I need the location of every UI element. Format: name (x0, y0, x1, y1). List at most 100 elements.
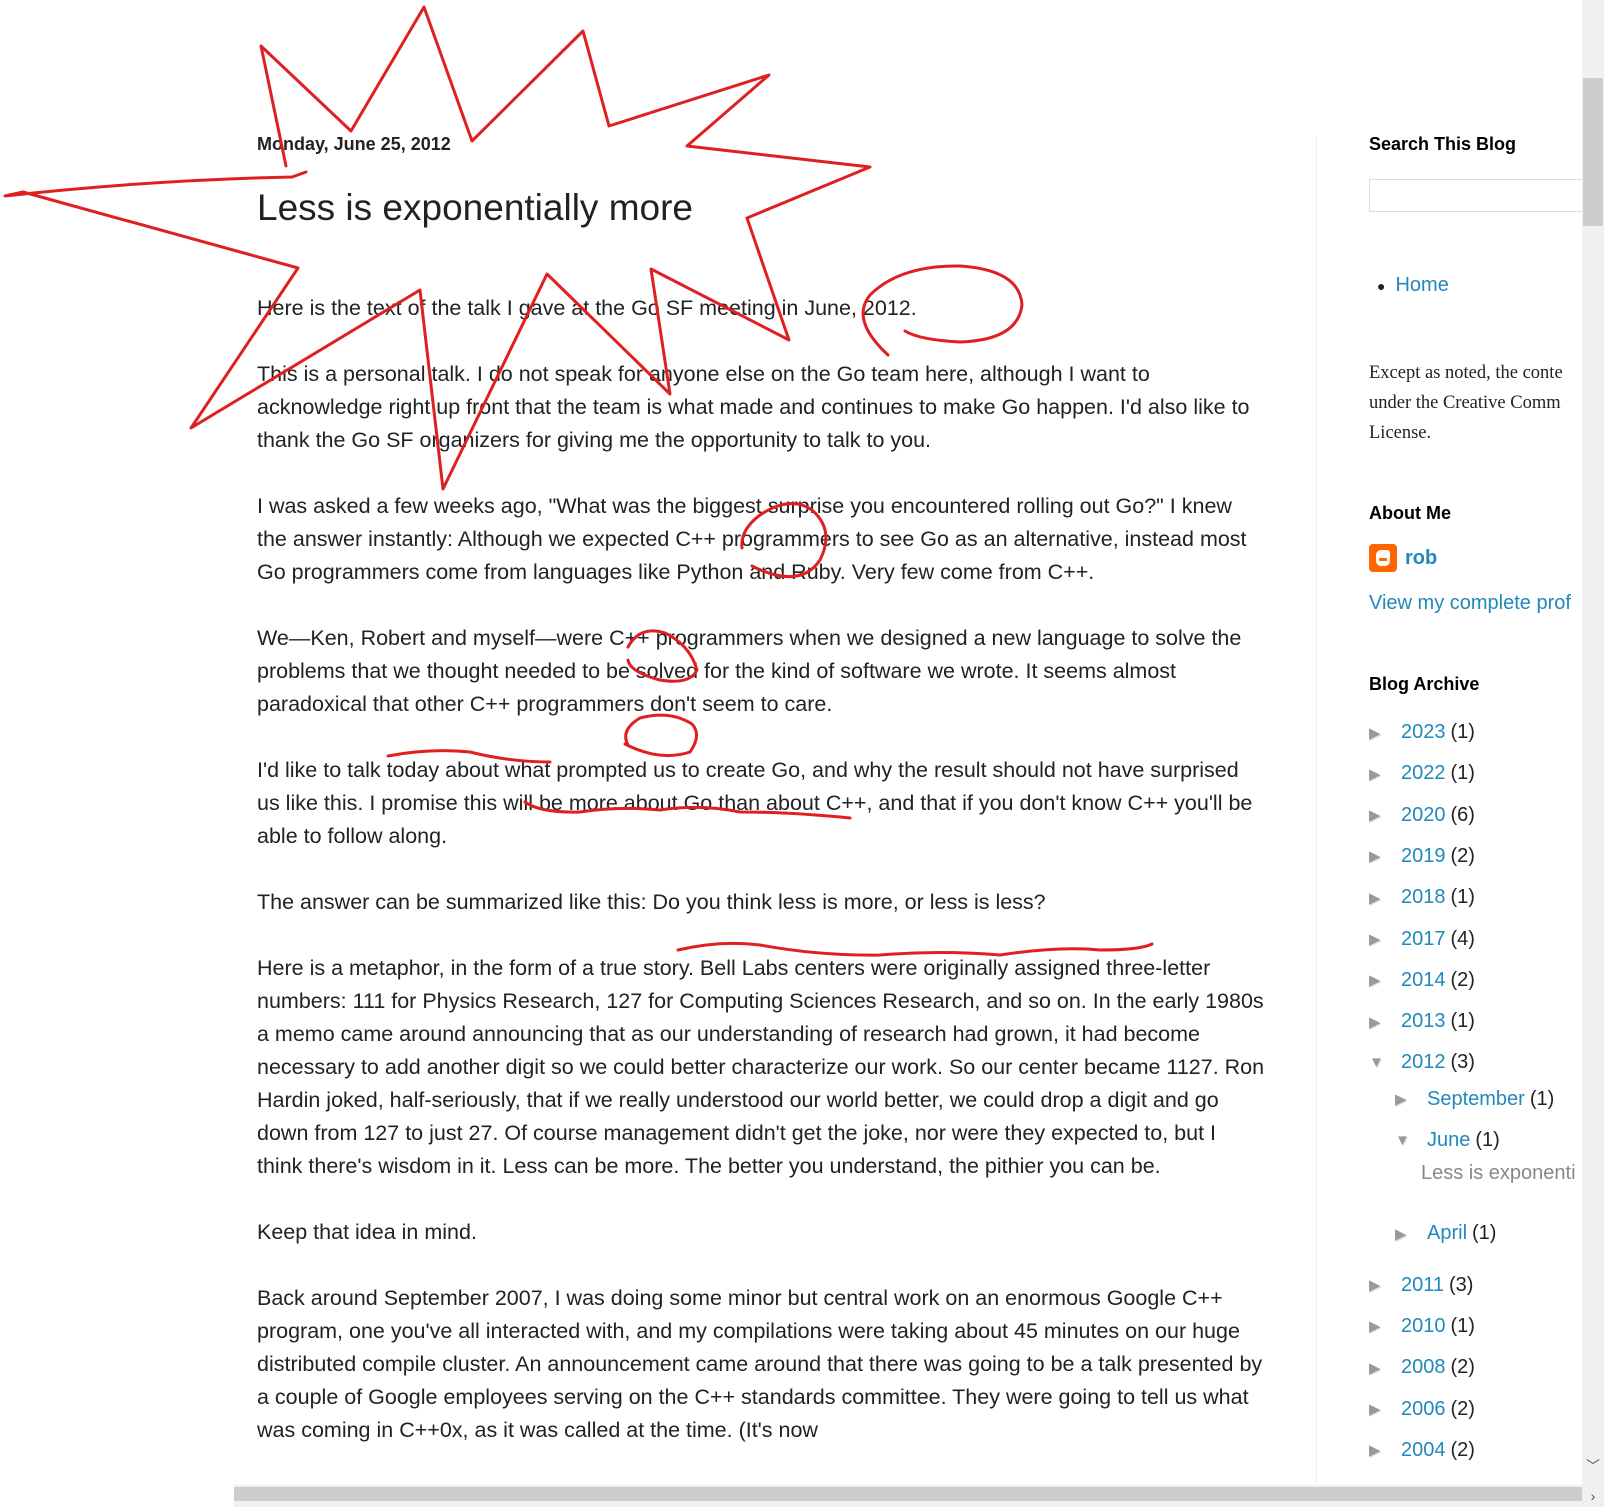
collapsed-triangle-icon[interactable]: ▶ (1369, 1317, 1401, 1335)
archive-count: (3) (1449, 1273, 1474, 1296)
collapsed-triangle-icon[interactable]: ▶ (1369, 930, 1401, 948)
archive-item[interactable]: ▶ 2020 (6) (1369, 804, 1475, 827)
collapsed-triangle-icon[interactable]: ▶ (1369, 724, 1401, 742)
vertical-scroll-thumb[interactable] (1583, 78, 1603, 226)
archive-item[interactable]: ▶ 2023 (1) (1369, 721, 1475, 744)
archive-link[interactable]: 2020 (1401, 804, 1446, 827)
collapsed-triangle-icon[interactable]: ▶ (1369, 765, 1401, 783)
archive-count: (6) (1450, 803, 1475, 826)
archive-count: (1) (1450, 1314, 1475, 1337)
profile-link[interactable]: rob (1369, 544, 1437, 572)
collapsed-triangle-icon[interactable]: ▶ (1369, 806, 1401, 824)
post-body: Here is the text of the talk I gave at t… (257, 292, 1267, 1480)
post-paragraph: Here is a metaphor, in the form of a tru… (257, 956, 1265, 1178)
post-paragraph: Keep that idea in mind. (257, 1220, 477, 1244)
archive-count: (1) (1472, 1222, 1497, 1245)
archive-item[interactable]: ▶ 2013 (1) (1369, 1010, 1475, 1033)
home-link[interactable]: Home (1395, 274, 1448, 296)
vertical-scrollbar[interactable]: ︿ ﹀ (1582, 0, 1604, 1485)
archive-count: (1) (1450, 1010, 1475, 1033)
post-paragraph: I'd like to talk today about what prompt… (257, 758, 1253, 848)
post-title[interactable]: Less is exponentially more (257, 187, 693, 229)
blog-archive-title: Blog Archive (1369, 674, 1480, 694)
archive-count: (4) (1450, 927, 1475, 950)
archive-item[interactable]: ▶ 2011 (3) (1369, 1274, 1473, 1297)
page-viewport: Monday, June 25, 2012 Less is exponentia… (0, 0, 1582, 1485)
archive-link[interactable]: 2017 (1401, 928, 1446, 951)
archive-item[interactable]: ▶ 2017 (4) (1369, 928, 1475, 951)
scroll-right-icon[interactable]: › (1584, 1485, 1602, 1507)
view-profile-link[interactable]: View my complete prof (1369, 592, 1571, 615)
archive-link[interactable]: 2013 (1401, 1010, 1446, 1033)
collapsed-triangle-icon[interactable]: ▶ (1395, 1090, 1427, 1108)
profile-name[interactable]: rob (1405, 547, 1437, 570)
archive-link[interactable]: April (1427, 1222, 1467, 1245)
post-paragraph: This is a personal talk. I do not speak … (257, 362, 1250, 452)
post-paragraph: Here is the text of the talk I gave at t… (257, 296, 917, 320)
collapsed-triangle-icon[interactable]: ▶ (1395, 1225, 1427, 1243)
license-line[interactable]: License. (1369, 418, 1582, 448)
archive-item[interactable]: ▶ 2008 (2) (1369, 1356, 1475, 1379)
archive-link[interactable]: 2022 (1401, 762, 1446, 785)
archive-count: (1) (1450, 721, 1475, 743)
about-me-title: About Me (1369, 503, 1451, 523)
archive-item[interactable]: ▶ April (1) (1395, 1222, 1496, 1245)
archive-count: (1) (1529, 1087, 1555, 1110)
archive-link[interactable]: 2014 (1401, 969, 1446, 992)
archive-item[interactable]: ▶ September (1) (1395, 1088, 1554, 1111)
column-divider (1316, 137, 1317, 1485)
archive-count: (1) (1475, 1129, 1500, 1151)
archive-link[interactable]: 2011 (1401, 1274, 1444, 1297)
license-line: Except as noted, the conte (1369, 363, 1563, 383)
archive-item[interactable]: ▼ June (1) (1395, 1129, 1500, 1152)
archive-link[interactable]: 2004 (1401, 1439, 1446, 1462)
archive-count: (1) (1450, 762, 1475, 785)
archive-post-link[interactable]: Less is exponenti (1421, 1162, 1576, 1185)
archive-link[interactable]: 2010 (1401, 1315, 1446, 1338)
post-paragraph: We—Ken, Robert and myself—were C++ progr… (257, 626, 1242, 716)
archive-link[interactable]: June (1427, 1129, 1470, 1152)
expanded-triangle-icon[interactable]: ▼ (1369, 1054, 1401, 1071)
post-paragraph: The answer can be summarized like this: … (257, 890, 1046, 914)
archive-item[interactable]: ▶ 2022 (1) (1369, 762, 1475, 785)
license-text: Except as noted, the conte under the Cre… (1369, 358, 1582, 448)
collapsed-triangle-icon[interactable]: ▶ (1369, 889, 1401, 907)
search-input[interactable] (1369, 179, 1582, 212)
archive-link[interactable]: 2023 (1401, 721, 1446, 744)
archive-link[interactable]: 2019 (1401, 845, 1446, 868)
archive-item[interactable]: ▶ 2014 (2) (1369, 969, 1475, 992)
collapsed-triangle-icon[interactable]: ▶ (1369, 1013, 1401, 1031)
archive-item[interactable]: ▶ 2010 (1) (1369, 1315, 1475, 1338)
archive-item[interactable]: ▶ 2006 (2) (1369, 1398, 1475, 1421)
post-paragraph: I was asked a few weeks ago, "What was t… (257, 494, 1247, 584)
horizontal-scroll-thumb[interactable] (234, 1487, 1582, 1501)
scroll-down-icon[interactable]: ﹀ (1582, 1456, 1604, 1476)
archive-link[interactable]: 2018 (1401, 886, 1446, 909)
archive-item[interactable]: ▶ 2004 (2) (1369, 1439, 1475, 1462)
collapsed-triangle-icon[interactable]: ▶ (1369, 1276, 1401, 1294)
expanded-triangle-icon[interactable]: ▼ (1395, 1132, 1427, 1149)
archive-link[interactable]: 2008 (1401, 1356, 1446, 1379)
search-widget-title: Search This Blog (1369, 134, 1517, 154)
archive-count: (2) (1450, 1397, 1475, 1420)
archive-item[interactable]: ▶ 2019 (2) (1369, 845, 1475, 868)
archive-count: (3) (1450, 1051, 1475, 1074)
archive-item[interactable]: ▼ 2012 (3) (1369, 1051, 1475, 1074)
collapsed-triangle-icon[interactable]: ▶ (1369, 971, 1401, 989)
archive-link[interactable]: 2012 (1401, 1051, 1446, 1074)
archive-count: (2) (1450, 844, 1475, 867)
collapsed-triangle-icon[interactable]: ▶ (1369, 1400, 1401, 1418)
post-date: Monday, June 25, 2012 (257, 134, 451, 154)
archive-link[interactable]: September (1427, 1088, 1525, 1111)
archive-item[interactable]: ▶ 2018 (1) (1369, 886, 1475, 909)
collapsed-triangle-icon[interactable]: ▶ (1369, 847, 1401, 865)
archive-link[interactable]: 2006 (1401, 1398, 1446, 1421)
license-line: under the Creative Comm (1369, 393, 1561, 413)
horizontal-scrollbar[interactable]: › (234, 1485, 1604, 1507)
scrollbar-gutter (0, 1485, 234, 1507)
archive-count: (2) (1450, 1356, 1475, 1379)
pages-list-item-home[interactable]: ● Home (1377, 274, 1449, 297)
collapsed-triangle-icon[interactable]: ▶ (1369, 1359, 1401, 1377)
blogger-icon (1369, 544, 1397, 572)
collapsed-triangle-icon[interactable]: ▶ (1369, 1441, 1401, 1459)
